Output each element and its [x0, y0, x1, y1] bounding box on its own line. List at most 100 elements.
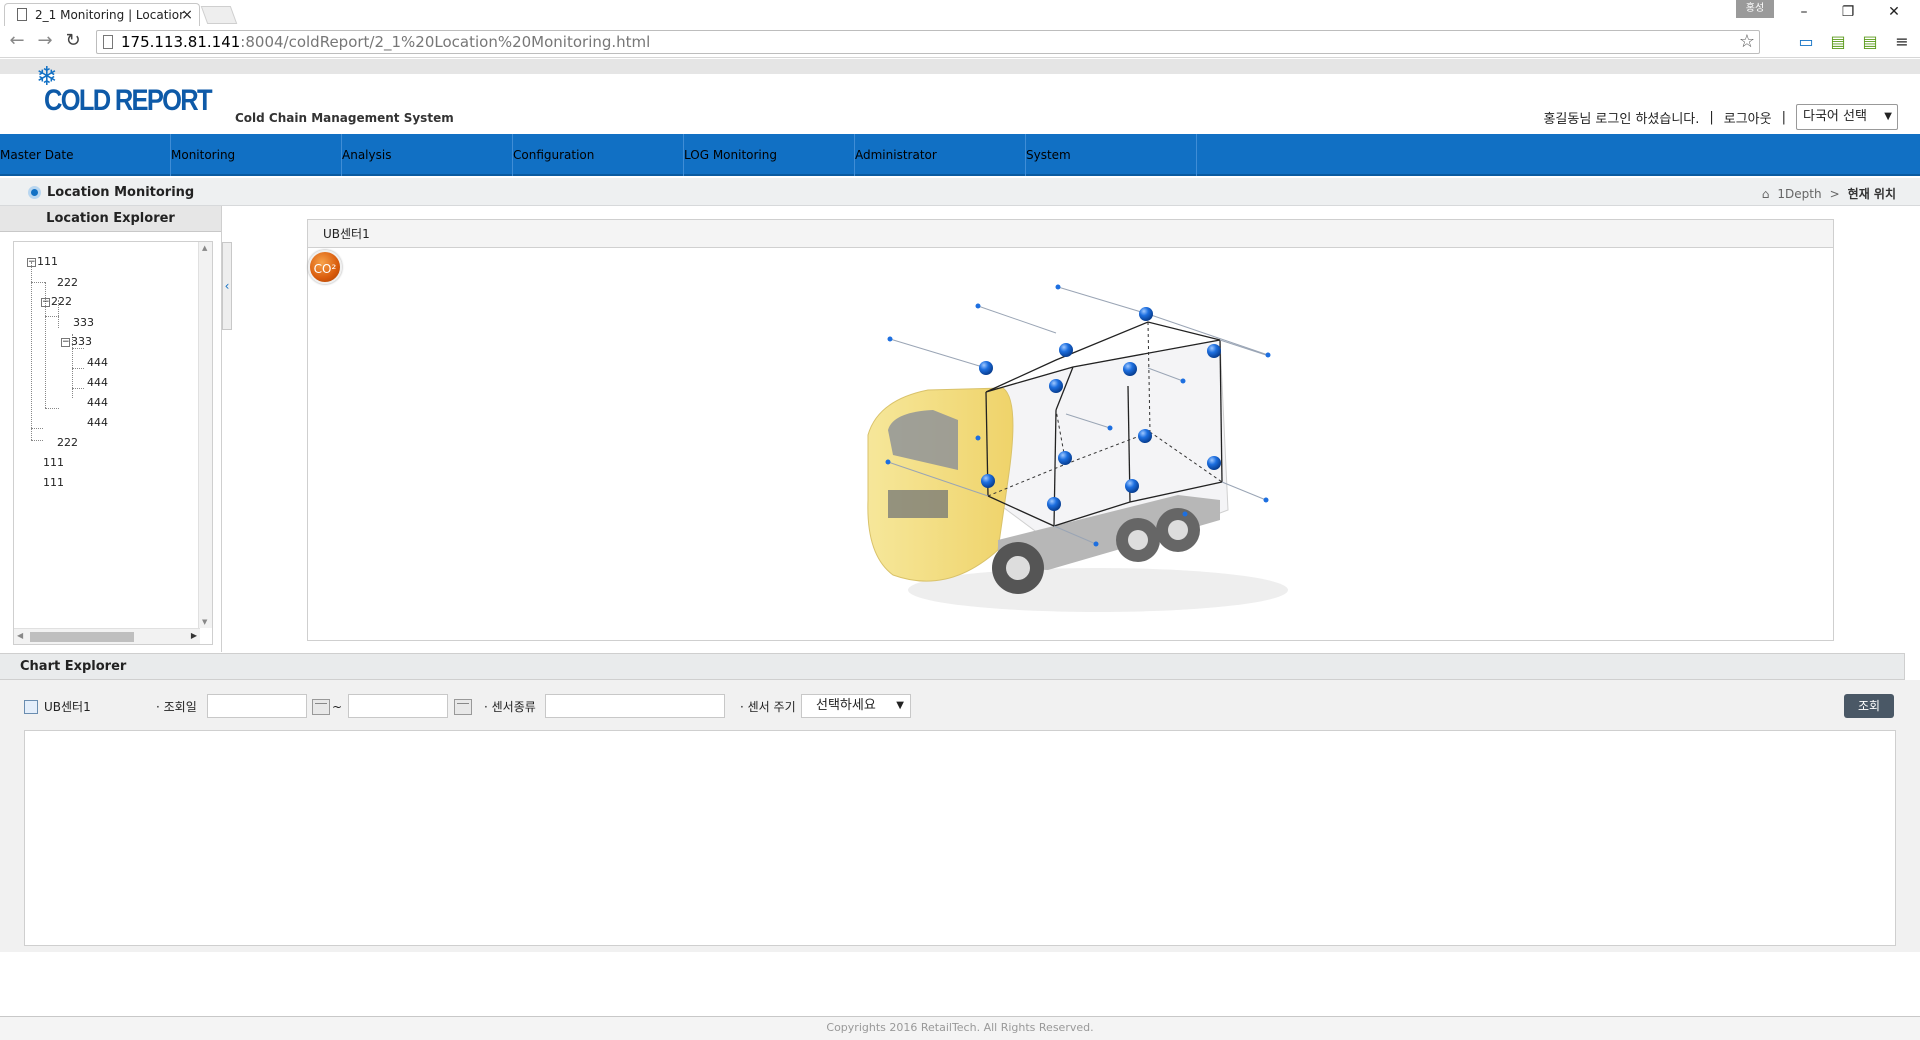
sensor-type-input[interactable]: [545, 694, 725, 718]
tree-node[interactable]: 444: [87, 397, 108, 409]
home-icon[interactable]: ⌂: [1762, 187, 1770, 201]
forward-button[interactable]: →: [34, 32, 56, 52]
main-menu: Master Date Monitoring Analysis Configur…: [0, 134, 1920, 176]
logout-link[interactable]: 로그아웃: [1724, 108, 1772, 127]
sensor-node[interactable]: [1207, 344, 1221, 358]
menu-analysis[interactable]: Analysis: [342, 134, 513, 176]
sensor-cycle-label: · 센서 주기: [740, 700, 796, 714]
tree-node[interactable]: 222: [57, 277, 78, 289]
sensor-node[interactable]: [1125, 479, 1139, 493]
date-range-separator: ~: [332, 700, 343, 714]
breadcrumb-current: 현재 위치: [1847, 187, 1896, 201]
wheel-hub: [1128, 530, 1148, 550]
query-date-label: · 조회일: [156, 700, 197, 714]
tree-node-label: 111: [37, 255, 58, 268]
menu-system[interactable]: System: [1026, 134, 1197, 176]
scroll-down-icon[interactable]: ▼: [202, 618, 207, 626]
wheel-hub: [1006, 556, 1030, 580]
chart-container: [24, 730, 1896, 946]
window-badge: 홍성: [1736, 0, 1774, 18]
location-icon: [24, 700, 38, 714]
tree-guide: [31, 262, 32, 440]
tree-node[interactable]: 444: [87, 377, 108, 389]
collapse-icon[interactable]: −: [61, 337, 70, 347]
language-select[interactable]: 다국어 선택 ▼: [1796, 104, 1898, 130]
sensor-node[interactable]: [1207, 456, 1221, 470]
user-bar: 홍길동님 로그인 하셨습니다. | 로그아웃 | 다국어 선택 ▼: [1543, 104, 1898, 130]
tree-node[interactable]: 222: [57, 437, 78, 449]
menu-log-monitoring[interactable]: LOG Monitoring: [684, 134, 855, 176]
collapse-explorer-button[interactable]: ‹: [222, 242, 232, 330]
chart-filter-bar: UB센터1 · 조회일 ~ · 센서종류 · 센서 주기 선택하세요 ▼ 조회: [24, 694, 1894, 720]
tree-horizontal-scrollbar[interactable]: ◀ ▶: [14, 628, 200, 644]
back-button[interactable]: ←: [6, 32, 28, 52]
tree-guide: [72, 348, 84, 349]
scrollbar-thumb[interactable]: [30, 632, 134, 642]
separator: |: [1781, 109, 1786, 125]
tree-guide: [45, 408, 59, 409]
sensor-node[interactable]: [1049, 379, 1063, 393]
tree-guide: [31, 428, 43, 429]
page-header: Location Monitoring ⌂ 1Depth > 현재 위치: [0, 178, 1920, 206]
sensor-node[interactable]: [981, 474, 995, 488]
address-bar[interactable]: 175.113.81.141:8004/coldReport/2_1%20Loc…: [96, 30, 1760, 54]
tree-node[interactable]: 111: [43, 457, 64, 469]
login-message: 홍길동님 로그인 하셨습니다.: [1543, 111, 1700, 127]
sensor-cycle-select[interactable]: 선택하세요 ▼: [801, 694, 911, 718]
sensor-node[interactable]: [1058, 451, 1072, 465]
sensor-node[interactable]: [1059, 343, 1073, 357]
restore-button[interactable]: ❐: [1828, 2, 1868, 22]
menu-administrator[interactable]: Administrator: [855, 134, 1026, 176]
close-window-button[interactable]: ✕: [1874, 2, 1914, 22]
sensor-node[interactable]: [1047, 497, 1061, 511]
app-logo[interactable]: ❄ COLD REPORT: [36, 64, 213, 124]
menu-master-date[interactable]: Master Date: [0, 134, 171, 176]
scroll-left-icon[interactable]: ◀: [17, 631, 23, 640]
tree-node[interactable]: −333: [61, 336, 92, 348]
extension-icon[interactable]: ▤: [1828, 32, 1848, 52]
extension-icon-2[interactable]: ▤: [1860, 32, 1880, 52]
tree-node[interactable]: −111: [27, 256, 58, 268]
calendar-icon[interactable]: [454, 699, 472, 715]
tree-guide: [45, 316, 59, 317]
minimize-button[interactable]: –: [1784, 2, 1824, 22]
page-title-text: Location Monitoring: [47, 185, 195, 200]
sensor-node[interactable]: [1138, 429, 1152, 443]
scroll-up-icon[interactable]: ▲: [202, 244, 207, 252]
scroll-right-icon[interactable]: ▶: [191, 631, 197, 640]
new-tab-button[interactable]: [200, 6, 238, 24]
chevron-down-icon: ▼: [1884, 111, 1892, 122]
menu-monitoring[interactable]: Monitoring: [171, 134, 342, 176]
date-to-input[interactable]: [348, 694, 448, 718]
truck-sensor-diagram: [867, 284, 1288, 612]
browser-menu-icon[interactable]: ≡: [1892, 32, 1912, 52]
tree-node[interactable]: 333: [73, 317, 94, 329]
sensor-node[interactable]: [1139, 307, 1153, 321]
sensor-type-label: · 센서종류: [484, 700, 536, 714]
tree-node[interactable]: −222: [41, 296, 72, 308]
collapse-icon[interactable]: −: [41, 297, 50, 307]
collapse-icon[interactable]: −: [27, 257, 36, 267]
co2-sensor-icon[interactable]: CO²: [308, 250, 342, 284]
separator: |: [1709, 109, 1714, 125]
tab-close-button[interactable]: ×: [181, 4, 193, 26]
reload-button[interactable]: ↻: [62, 32, 84, 52]
tree-vertical-scrollbar[interactable]: ▲ ▼: [198, 242, 212, 628]
tree-node[interactable]: 111: [43, 477, 64, 489]
menu-configuration[interactable]: Configuration: [513, 134, 684, 176]
cast-icon[interactable]: ▭: [1796, 32, 1816, 52]
browser-tab[interactable]: 2_1 Monitoring | Locatior ×: [4, 3, 200, 26]
tree-node[interactable]: 444: [87, 357, 108, 369]
sensor-node[interactable]: [979, 361, 993, 375]
breadcrumb-home[interactable]: 1Depth: [1777, 187, 1821, 201]
date-from-input[interactable]: [207, 694, 307, 718]
location-explorer: Location Explorer −111 222 −222 333 −333…: [0, 206, 222, 652]
calendar-icon[interactable]: [312, 699, 330, 715]
location-tree: −111 222 −222 333 −333 444 444 444 444 2…: [13, 241, 213, 645]
bookmark-star-icon[interactable]: ☆: [1739, 31, 1755, 53]
tree-node[interactable]: 444: [87, 417, 108, 429]
chart-explorer: UB센터1 · 조회일 ~ · 센서종류 · 센서 주기 선택하세요 ▼ 조회: [0, 680, 1920, 952]
language-select-value: 다국어 선택: [1803, 109, 1867, 124]
sensor-node[interactable]: [1123, 362, 1137, 376]
search-button[interactable]: 조회: [1844, 694, 1894, 718]
